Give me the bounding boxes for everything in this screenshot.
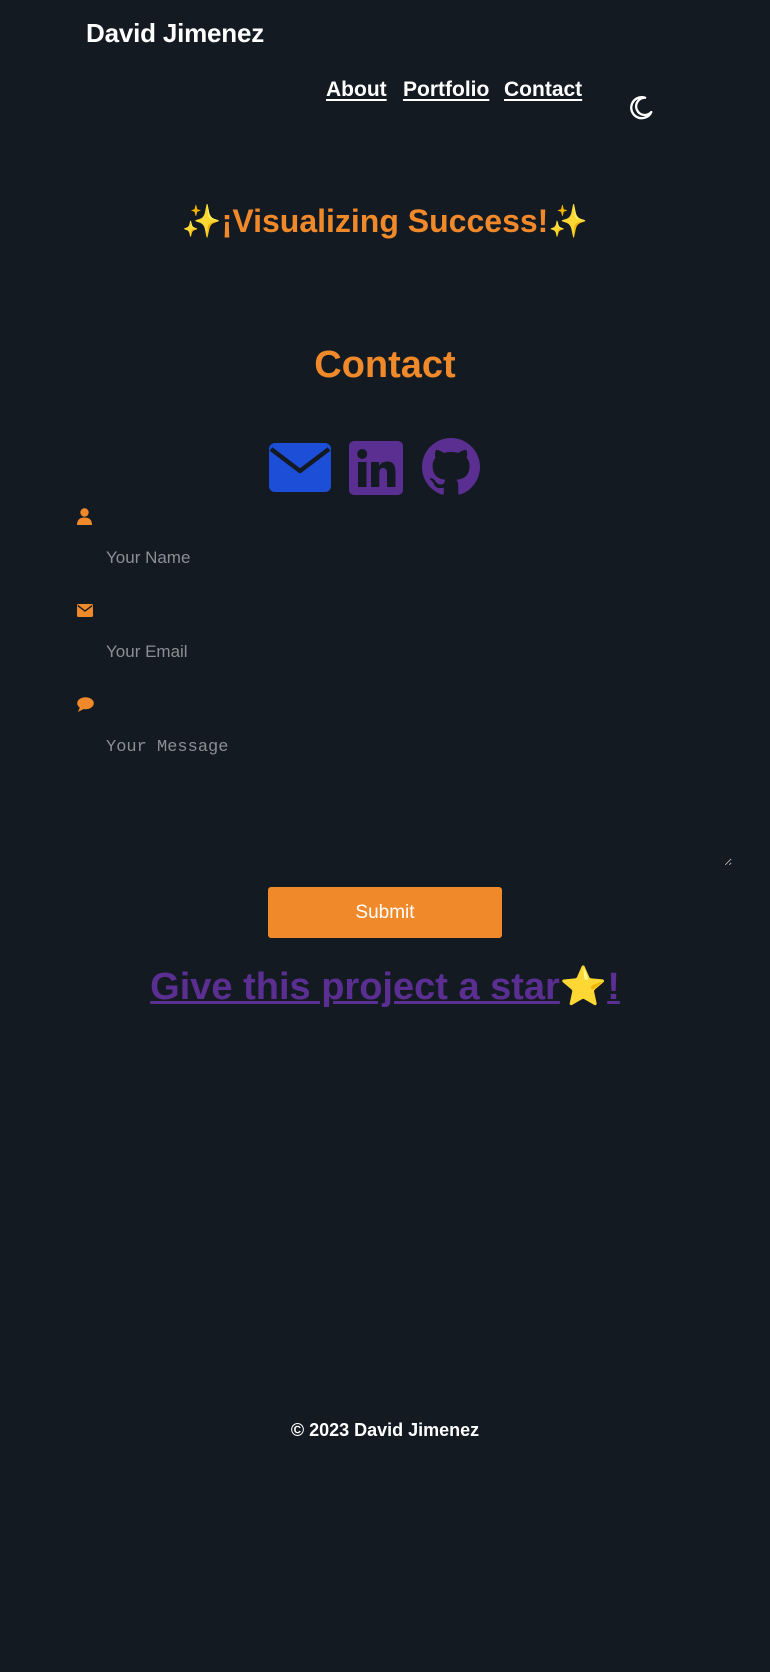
tagline: ✨¡Visualizing Success!✨	[0, 202, 770, 240]
star-project-link[interactable]: Give this project a star⭐!	[0, 965, 770, 1009]
envelope-icon	[77, 604, 93, 617]
nav-link-about[interactable]: About	[326, 78, 387, 102]
user-icon	[77, 508, 92, 525]
github-icon	[422, 438, 480, 495]
github-link[interactable]	[421, 438, 481, 501]
envelope-icon	[269, 443, 331, 492]
contact-title: Contact	[314, 344, 456, 386]
star-icon: ⭐	[559, 966, 608, 1008]
star-link-suffix: !	[607, 966, 620, 1008]
name-input[interactable]	[78, 538, 732, 578]
linkedin-link[interactable]	[349, 441, 403, 500]
footer-copyright: © 2023 David Jimenez	[290, 1420, 480, 1440]
moon-icon[interactable]	[627, 94, 655, 122]
site-name: David Jimenez	[86, 18, 265, 48]
linkedin-icon	[349, 441, 403, 495]
nav-link-portfolio[interactable]: Portfolio	[403, 78, 489, 102]
speech-bubble-icon	[77, 697, 94, 712]
submit-button[interactable]: Submit	[268, 887, 502, 938]
message-textarea[interactable]	[78, 728, 732, 866]
nav-link-contact[interactable]: Contact	[504, 78, 582, 102]
sparkle-right-icon: ✨	[548, 203, 589, 239]
sparkle-left-icon: ✨	[181, 203, 222, 239]
email-input[interactable]	[78, 632, 732, 672]
star-link-text: Give this project a star	[150, 966, 560, 1008]
email-link[interactable]	[269, 443, 331, 497]
tagline-text: ¡Visualizing Success!	[221, 203, 549, 239]
